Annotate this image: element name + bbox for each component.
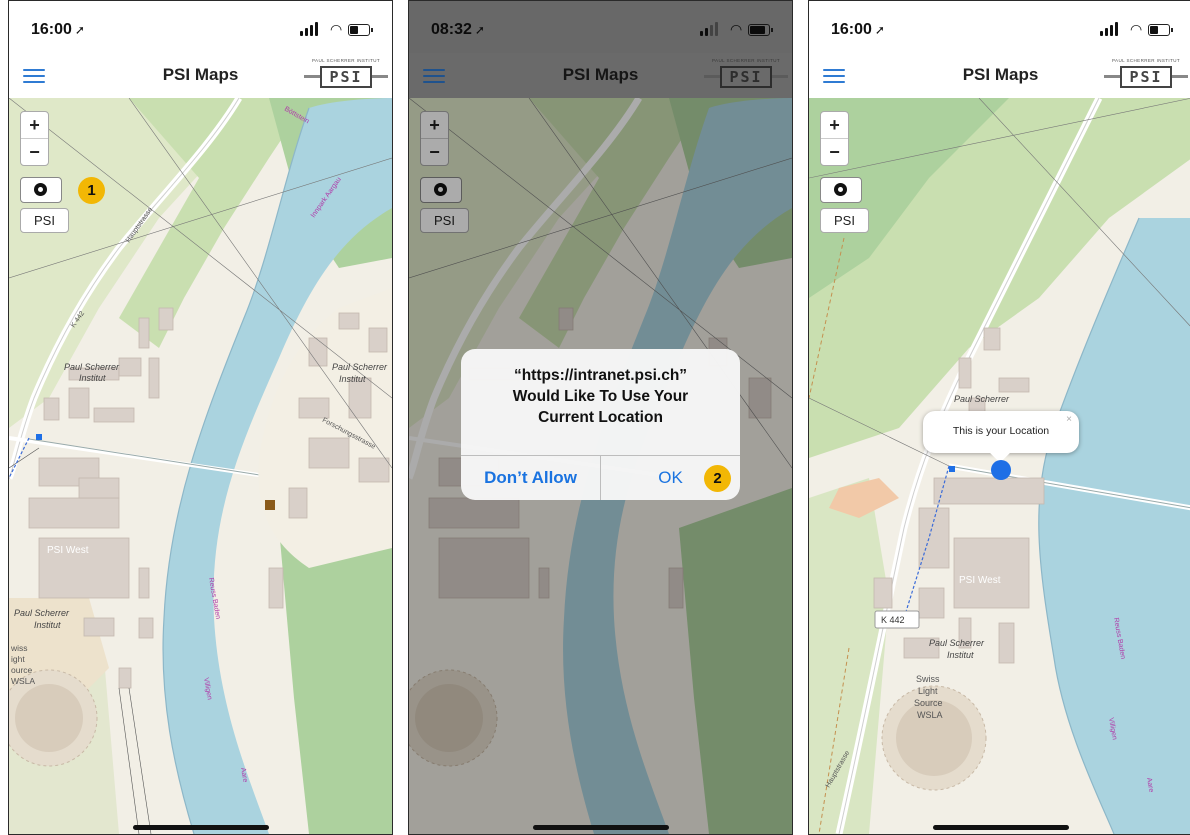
location-popup-text: This is your Location [952,425,1050,437]
app-header: PSI Maps PAUL SCHERRER INSTITUT PSI [809,53,1190,98]
app-header: PSI Maps PAUL SCHERRER INSTITUT PSI [9,53,392,98]
battery-icon [1148,24,1173,36]
dialog-message: “https://intranet.psi.ch” Would Like To … [512,367,689,426]
home-indicator [532,825,669,830]
status-bar: 16:00 ➚ ◠ [809,1,1190,53]
zoom-in-button[interactable]: + [21,112,48,138]
map-label-psi-2b: Institut [339,374,366,384]
home-indicator [132,825,269,830]
map-view[interactable]: Hauptstrasse K 442 Paul Scherrer Institu… [9,98,392,834]
map-label-psi-1: Paul Scherrer [64,362,120,372]
wifi-icon: ◠ [1130,21,1143,37]
map-label-psi-1: Paul Scherrer [954,394,1010,404]
step-badge: 2 [704,465,731,492]
psi-button[interactable]: PSI [20,208,69,233]
system-icons: ◠ [1100,22,1174,36]
map-label-psi-2: Paul Scherrer [929,638,985,648]
zoom-control: + − [20,111,49,166]
map-label-sls-4: WSLA [917,710,943,720]
map-label-sls-3: ource [11,665,33,675]
target-icon [834,183,847,196]
screen-3: 16:00 ➚ ◠ PSI Maps PAUL SCHERRER INSTITUT… [808,0,1190,835]
map-label-psi-2b: Institut [947,650,974,660]
psi-logo: PAUL SCHERRER INSTITUT PSI [1104,58,1188,88]
screen-1: 16:00 ➚ ◠ PSI Maps PAUL SCHERRER INSTITUT… [8,0,393,835]
locate-me-button[interactable] [820,177,862,203]
zoom-in-button[interactable]: + [821,112,848,138]
map-label-sls-3: Source [914,698,943,708]
map-label-sls-1: wiss [10,643,28,653]
target-icon [34,183,47,196]
psi-logo: PAUL SCHERRER INSTITUT PSI [304,58,388,88]
map-label-psi-3b: Institut [34,620,61,630]
wifi-icon: ◠ [330,21,343,37]
dialog-actions: Don’t Allow OK [461,455,740,500]
zoom-out-button[interactable]: − [821,138,848,165]
user-location-marker[interactable] [991,460,1011,480]
location-permission-dialog: “https://intranet.psi.ch” Would Like To … [461,349,740,500]
map-label-sls-2: ight [11,654,25,664]
zoom-out-button[interactable]: − [21,138,48,165]
map-label-psi-1b: Institut [79,373,106,383]
map-label-k442: K 442 [881,615,905,625]
step-badge: 1 [78,177,105,204]
home-indicator [932,825,1069,830]
map-label-psi-west: PSI West [47,545,89,556]
map-label-psi-2: Paul Scherrer [332,362,388,372]
status-time: 16:00 ➚ [831,21,885,38]
zoom-control: + − [820,111,849,166]
map-label-sls-1: Swiss [916,674,940,684]
psi-button[interactable]: PSI [820,208,869,233]
map-view[interactable]: Paul Scherrer PSI West K 442 Paul Scherr… [809,98,1190,834]
location-popup: This is your Location × [923,411,1079,463]
screen-2: 08:32 ➚ ◠ PSI Maps PAUL SCHERRER INSTITUT… [408,0,793,835]
map-label-sls-2: Light [918,686,938,696]
status-time: 16:00 ➚ [31,21,85,38]
map-label-psi-3: Paul Scherrer [14,608,70,618]
locate-me-button[interactable] [20,177,62,203]
dont-allow-button[interactable]: Don’t Allow [461,456,601,500]
system-icons: ◠ [300,22,374,36]
battery-icon [348,24,373,36]
map-label-psi-west: PSI West [959,575,1001,586]
status-bar: 16:00 ➚ ◠ [9,1,392,53]
close-icon[interactable]: × [1066,414,1072,425]
map-label-sls-4: WSLA [11,676,35,686]
